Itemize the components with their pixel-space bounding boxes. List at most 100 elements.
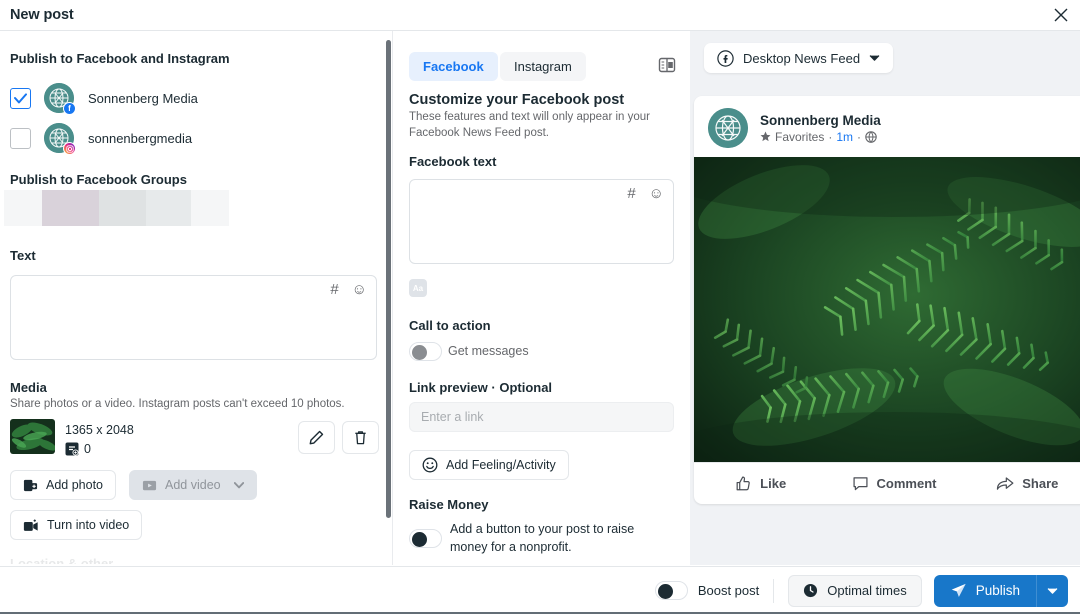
modal-header: New post	[0, 0, 1080, 31]
comment-label: Comment	[876, 476, 937, 491]
turn-into-video-button[interactable]: Turn into video	[10, 510, 143, 540]
text-style-button[interactable]: Aa	[409, 279, 427, 297]
like-button[interactable]: Like	[694, 475, 827, 492]
facebook-text-label: Facebook text	[409, 154, 497, 169]
hashtag-icon[interactable]: #	[330, 282, 338, 297]
page-title: New post	[10, 7, 74, 23]
account-row-sonnenberg-media[interactable]: f Sonnenberg Media	[10, 82, 198, 115]
customize-title: Customize your Facebook post	[409, 92, 625, 108]
chevron-down-icon	[869, 55, 880, 61]
post-preview-author-block: Sonnenberg Media Favorites · 1m ·	[760, 113, 881, 144]
instagram-badge-icon	[63, 142, 76, 155]
emoji-icon[interactable]: ☺	[352, 282, 367, 297]
star-icon	[760, 131, 771, 142]
post-preview-header: Sonnenberg Media Favorites · 1m ·	[694, 96, 1080, 157]
boost-post-toggle[interactable]	[654, 581, 688, 600]
share-button[interactable]: Share	[961, 475, 1080, 492]
video-camera-icon	[23, 518, 38, 531]
avatar	[44, 123, 76, 155]
link-input[interactable]: Enter a link	[409, 402, 674, 432]
preview-panel: Desktop News Feed Sonnenberg Media Favor…	[690, 31, 1080, 565]
avatar: f	[44, 83, 76, 115]
hashtag-icon[interactable]: #	[627, 186, 635, 201]
raise-money-toggle[interactable]	[409, 529, 442, 548]
comment-icon	[852, 477, 868, 491]
share-label: Share	[1022, 476, 1059, 491]
share-icon	[997, 477, 1014, 490]
add-video-button[interactable]: Add video	[129, 470, 257, 500]
customize-note: These features and text will only appear…	[409, 111, 650, 139]
optimal-times-label: Optimal times	[827, 583, 907, 598]
link-preview-optional: Optional	[499, 380, 553, 395]
facebook-badge-icon: f	[63, 102, 76, 115]
account-name: sonnenbergmedia	[88, 130, 193, 146]
publish-options-button[interactable]	[1036, 574, 1068, 607]
facebook-text-input[interactable]: # ☺	[409, 179, 674, 264]
media-thumbnail[interactable]	[10, 419, 55, 454]
account-checkbox-instagram[interactable]	[10, 127, 31, 149]
post-meta-favorites: Favorites	[775, 129, 825, 144]
avatar	[708, 108, 748, 148]
close-icon[interactable]	[1047, 2, 1075, 28]
post-preview-card: Sonnenberg Media Favorites · 1m · Like C…	[694, 96, 1080, 504]
groups-skeleton-placeholder	[4, 190, 229, 226]
chevron-down-icon	[1047, 587, 1058, 594]
call-to-action-value: Get messages	[448, 344, 529, 358]
preview-type-select[interactable]: Desktop News Feed	[704, 43, 894, 73]
add-feeling-label: Add Feeling/Activity	[446, 458, 556, 472]
emoji-icon[interactable]: ☺	[649, 186, 664, 201]
post-author-name: Sonnenberg Media	[760, 112, 881, 128]
thumbs-up-icon	[736, 476, 750, 491]
clock-icon	[804, 583, 818, 598]
media-note: Share photos or a video. Instagram posts…	[10, 398, 345, 410]
media-label: Media	[10, 380, 47, 395]
tab-facebook[interactable]: Facebook	[409, 52, 498, 81]
like-label: Like	[760, 476, 787, 491]
boost-post-label: Boost post	[697, 583, 760, 598]
link-preview-title: Link preview	[409, 380, 488, 395]
link-preview-label: Link preview · Optional	[409, 380, 552, 395]
post-meta: Favorites · 1m ·	[760, 130, 881, 144]
photo-icon	[23, 479, 38, 491]
media-alt-text-count[interactable]: 0	[65, 442, 91, 456]
video-icon	[142, 480, 157, 490]
globe-icon	[865, 130, 877, 143]
post-preview-actions: Like Comment Share	[694, 462, 1080, 504]
post-meta-sep-1: ·	[828, 129, 833, 144]
optimal-times-button[interactable]: Optimal times	[788, 574, 922, 607]
publish-button[interactable]: Publish	[933, 574, 1036, 607]
call-to-action-toggle[interactable]	[409, 342, 442, 361]
smiley-icon	[422, 457, 438, 473]
add-photo-button[interactable]: Add photo	[10, 470, 116, 500]
left-panel-scrollbar-thumb[interactable]	[386, 40, 391, 518]
delete-media-button[interactable]	[342, 421, 379, 454]
clipped-next-section-label: Location & other	[10, 556, 114, 564]
split-panel-icon[interactable]	[658, 56, 676, 74]
facebook-icon	[717, 49, 734, 67]
turn-into-video-label: Turn into video	[47, 518, 130, 532]
text-field-icons: # ☺	[330, 282, 367, 297]
post-preview-image	[694, 157, 1080, 462]
call-to-action-label: Call to action	[409, 318, 491, 333]
account-name: Sonnenberg Media	[88, 90, 198, 106]
raise-money-label: Raise Money	[409, 497, 489, 512]
edit-media-button[interactable]	[298, 421, 335, 454]
send-icon	[951, 583, 966, 597]
alt-count-value: 0	[84, 442, 91, 456]
account-row-sonnenbergmedia[interactable]: sonnenbergmedia	[10, 122, 193, 155]
footer-divider	[773, 578, 775, 603]
raise-money-description: Add a button to your post to raise money…	[450, 522, 635, 554]
publish-label: Publish	[975, 583, 1020, 598]
post-text-input[interactable]: # ☺	[10, 275, 377, 360]
tab-instagram[interactable]: Instagram	[500, 52, 586, 81]
publish-accounts-label: Publish to Facebook and Instagram	[10, 51, 230, 66]
text-label: Text	[10, 248, 36, 263]
media-dimensions: 1365 x 2048	[65, 423, 134, 437]
comment-button[interactable]: Comment	[827, 475, 960, 492]
add-feeling-activity-button[interactable]: Add Feeling/Activity	[409, 450, 569, 480]
preview-type-label: Desktop News Feed	[743, 50, 861, 66]
alt-text-icon	[65, 442, 79, 456]
post-meta-sep-2: ·	[857, 129, 862, 144]
account-checkbox-facebook[interactable]	[10, 87, 31, 109]
facebook-text-field-icons: # ☺	[627, 186, 664, 201]
